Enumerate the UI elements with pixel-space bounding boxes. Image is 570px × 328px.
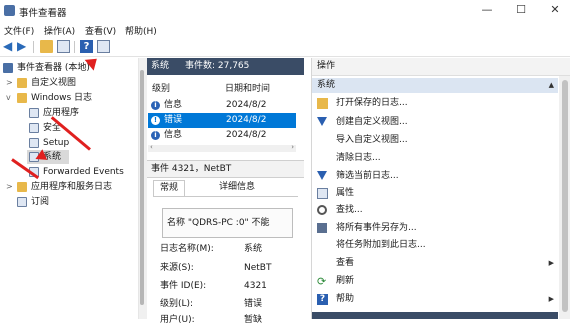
subscription-icon bbox=[17, 197, 27, 207]
tree-scrollbar-thumb[interactable] bbox=[140, 70, 144, 305]
show-hide-tree-icon[interactable] bbox=[57, 40, 70, 53]
column-level[interactable]: 级别 bbox=[152, 82, 170, 96]
action-pane-icon[interactable] bbox=[97, 40, 110, 53]
maximize-button[interactable]: ☐ bbox=[512, 3, 530, 17]
info-icon: i bbox=[151, 101, 160, 110]
action-help[interactable]: ? 帮助 ▶ bbox=[312, 290, 558, 309]
minimize-button[interactable]: — bbox=[478, 3, 496, 17]
collapse-icon[interactable]: v bbox=[6, 91, 14, 105]
event-row[interactable]: i 信息 2024/8/2 10:52:0 bbox=[148, 128, 296, 155]
event-viewer-icon bbox=[3, 63, 13, 73]
event-list-pane: 系统 事件数: 27,765 级别 日期和时间 i 信息 2024/8/2 10… bbox=[147, 58, 304, 325]
column-date[interactable]: 日期和时间 bbox=[225, 82, 270, 96]
actions-header: 操作 bbox=[312, 58, 570, 76]
event-detail-header: 事件 4321，NetBT bbox=[147, 160, 304, 178]
menu-action[interactable]: 操作(A) bbox=[44, 24, 75, 37]
menu-help[interactable]: 帮助(H) bbox=[125, 24, 157, 37]
action-open-saved-log[interactable]: 打开保存的日志... bbox=[312, 94, 558, 113]
expand-icon[interactable]: > bbox=[6, 76, 14, 90]
filter-icon bbox=[317, 171, 327, 180]
prop-row: 日志名称(M): 系统 bbox=[160, 244, 263, 254]
action-clear-log[interactable]: 清除日志... bbox=[312, 149, 558, 168]
folder-icon bbox=[17, 93, 27, 103]
event-row[interactable]: ! 错误 2024/8/2 10:53:5 bbox=[148, 113, 296, 140]
app-icon bbox=[4, 5, 15, 16]
actions-section-event[interactable] bbox=[312, 312, 558, 319]
menu-bar: 文件(F) 操作(A) 查看(V) 帮助(H) bbox=[0, 22, 570, 38]
properties-icon bbox=[317, 188, 328, 199]
log-icon bbox=[29, 123, 39, 133]
action-import-custom-view[interactable]: 导入自定义视图... bbox=[312, 131, 558, 150]
open-log-icon bbox=[317, 98, 328, 109]
submenu-arrow-icon: ▶ bbox=[548, 259, 554, 267]
menu-file[interactable]: 文件(F) bbox=[4, 24, 34, 37]
info-icon: i bbox=[151, 131, 160, 140]
action-view[interactable]: 查看 ▶ bbox=[312, 254, 558, 273]
help-icon[interactable]: ? bbox=[80, 40, 93, 53]
forward-icon[interactable]: ▶ bbox=[17, 40, 30, 53]
action-refresh[interactable]: ⟳ 刷新 bbox=[312, 272, 558, 291]
folder-icon bbox=[17, 182, 27, 192]
expand-icon[interactable]: > bbox=[6, 180, 14, 194]
folder-icon bbox=[17, 78, 27, 88]
action-find[interactable]: 查找... bbox=[312, 201, 558, 220]
error-icon: ! bbox=[151, 116, 160, 125]
prop-row: 事件 ID(E): 4321 bbox=[160, 281, 267, 291]
log-header: 系统 事件数: 27,765 bbox=[147, 58, 304, 75]
toolbar: ◀ ▶ ? bbox=[0, 38, 570, 57]
prop-row: 级别(L): 错误 bbox=[160, 299, 263, 309]
close-button[interactable]: ✕ bbox=[546, 3, 564, 17]
collapse-icon[interactable]: ▲ bbox=[549, 78, 554, 93]
actions-pane: 操作 系统 ▲ 打开保存的日志... 创建自定义视图... 导入自定义视图...… bbox=[311, 58, 570, 319]
folder-up-icon[interactable] bbox=[40, 40, 53, 53]
title-bar: 事件查看器 — ☐ ✕ bbox=[0, 0, 570, 22]
log-icon bbox=[29, 108, 39, 118]
navigation-tree: 事件查看器 (本地) > 自定义视图 v Windows 日志 应用程序 安全 … bbox=[0, 58, 139, 319]
menu-view[interactable]: 查看(V) bbox=[85, 24, 116, 37]
event-description: 名称 "QDRS-PC :0" 不能 bbox=[162, 208, 293, 238]
find-icon bbox=[317, 205, 327, 215]
actions-section-system[interactable]: 系统 ▲ bbox=[312, 78, 558, 93]
tab-general[interactable]: 常规 bbox=[153, 180, 186, 197]
help-icon: ? bbox=[317, 294, 328, 305]
save-icon bbox=[317, 223, 327, 233]
event-row[interactable]: i 信息 2024/8/2 10:55:5 bbox=[148, 98, 296, 125]
prop-row: 来源(S): NetBT bbox=[160, 263, 272, 273]
submenu-arrow-icon: ▶ bbox=[548, 295, 554, 303]
tab-details[interactable]: 详细信息 bbox=[213, 180, 261, 195]
action-attach-task[interactable]: 将任务附加到此日志... bbox=[312, 236, 558, 255]
back-icon[interactable]: ◀ bbox=[3, 40, 16, 53]
action-create-custom-view[interactable]: 创建自定义视图... bbox=[312, 113, 558, 132]
list-hscroll[interactable]: ‹ › bbox=[148, 143, 296, 152]
filter-icon bbox=[317, 117, 327, 126]
log-icon bbox=[29, 138, 39, 148]
prop-row: 用户(U): 暂缺 bbox=[160, 315, 263, 325]
actions-scrollbar-thumb[interactable] bbox=[562, 80, 568, 312]
refresh-icon: ⟳ bbox=[317, 275, 327, 288]
window-title: 事件查看器 bbox=[19, 8, 67, 19]
